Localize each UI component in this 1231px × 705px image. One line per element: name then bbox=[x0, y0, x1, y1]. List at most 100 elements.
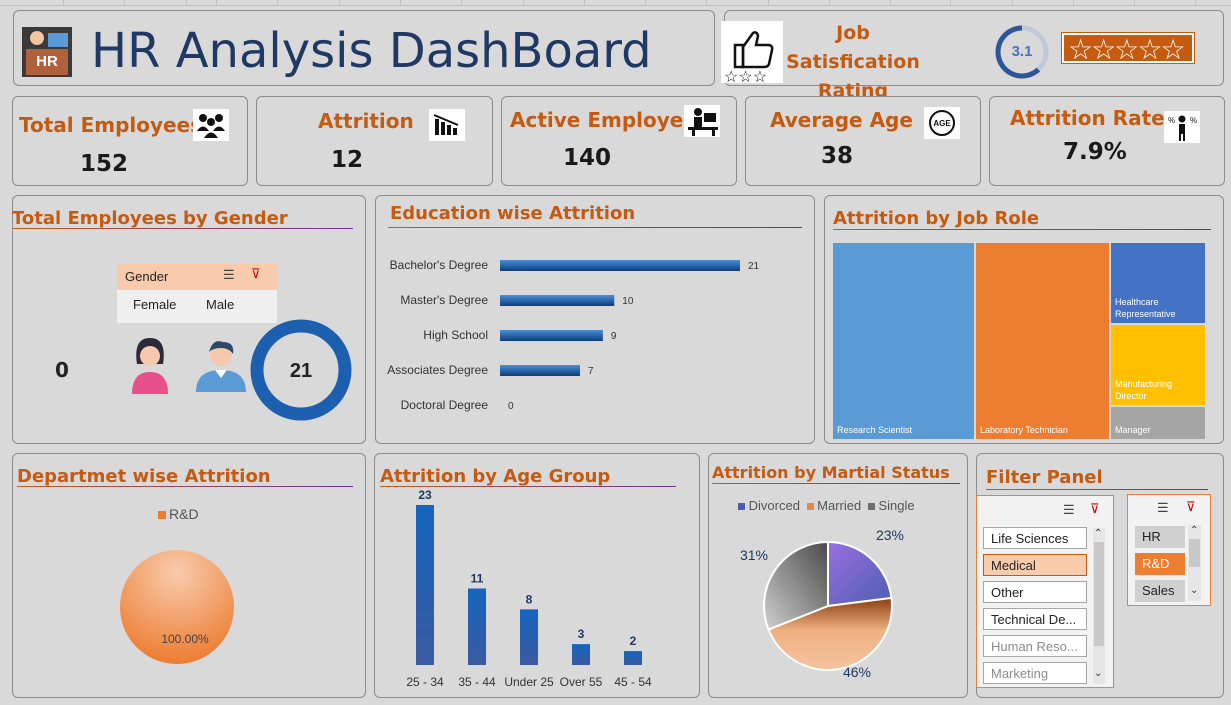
hr-logo-desk: HR bbox=[26, 49, 68, 75]
department-card: Departmet wise Attrition R&D 100.00% bbox=[12, 453, 366, 698]
treemap-label: Manager bbox=[1115, 425, 1151, 435]
treemap-label: Healthcare bbox=[1115, 297, 1159, 307]
department-legend: R&D bbox=[158, 506, 199, 522]
title-underline bbox=[833, 229, 1211, 230]
department-pie: 100.00% bbox=[120, 550, 234, 664]
filter-panel-card: Filter Panel ☰ ⊽ Life Sciences Medical Oth… bbox=[976, 453, 1224, 698]
data-label: 9 bbox=[611, 331, 617, 342]
bar bbox=[520, 609, 538, 665]
clear-filter-icon[interactable]: ⊽ bbox=[1090, 501, 1100, 517]
multi-select-icon[interactable]: ☰ bbox=[223, 267, 235, 283]
jobrole-treemap: Research Scientist Laboratory Technician H… bbox=[833, 243, 1205, 439]
tick-label: Doctoral Degree bbox=[401, 398, 489, 412]
field-slicer-item[interactable]: Medical bbox=[983, 554, 1087, 576]
tick-label: Bachelor's Degree bbox=[390, 258, 489, 272]
star-rating: ☆☆☆☆☆ bbox=[1061, 32, 1195, 65]
kpi-value: 38 bbox=[821, 143, 854, 169]
age-icon: AGE bbox=[924, 107, 960, 139]
bar bbox=[468, 588, 486, 665]
scroll-up-icon[interactable]: ⌃ bbox=[1094, 528, 1102, 539]
data-label: 21 bbox=[748, 261, 760, 272]
data-label: 8 bbox=[526, 592, 533, 606]
gender-option-female[interactable]: Female bbox=[133, 297, 176, 312]
field-slicer-item[interactable]: Other bbox=[983, 581, 1087, 603]
scroll-thumb[interactable] bbox=[1189, 539, 1200, 567]
kpi-value: 152 bbox=[80, 151, 129, 177]
pie-label: 100.00% bbox=[161, 632, 209, 646]
scroll-up-icon[interactable]: ⌃ bbox=[1190, 525, 1198, 536]
legend-label: Married bbox=[817, 498, 862, 513]
star-icon: ☆ bbox=[1114, 34, 1139, 65]
clear-filter-icon[interactable]: ⊽ bbox=[1186, 499, 1196, 515]
data-label: 2 bbox=[630, 634, 637, 648]
legend-swatch bbox=[867, 503, 875, 510]
department-slicer-item[interactable]: HR bbox=[1135, 526, 1185, 548]
clear-filter-icon[interactable]: ⊽ bbox=[251, 266, 261, 282]
data-label: 31% bbox=[740, 547, 768, 563]
scroll-down-icon[interactable]: ⌄ bbox=[1094, 668, 1102, 679]
kpi-value: 7.9% bbox=[1063, 139, 1127, 165]
kpi-title: Total Employees bbox=[19, 113, 203, 137]
scroll-thumb[interactable] bbox=[1094, 542, 1104, 646]
kpi-total-employees: Total Employees 152 bbox=[12, 96, 248, 186]
field-slicer-item[interactable]: Marketing bbox=[983, 662, 1087, 684]
department-slicer-item[interactable]: Sales bbox=[1135, 580, 1185, 602]
multi-select-icon[interactable]: ☰ bbox=[1157, 500, 1169, 516]
male-count: 21 bbox=[290, 360, 312, 382]
jobrole-card: Attrition by Job Role Research Scientist… bbox=[824, 195, 1224, 444]
legend-swatch bbox=[806, 503, 814, 510]
agegroup-title: Attrition by Age Group bbox=[380, 466, 611, 487]
tick-label: Associates Degree bbox=[387, 363, 488, 377]
gender-option-male[interactable]: Male bbox=[206, 297, 234, 312]
department-title: Departmet wise Attrition bbox=[17, 466, 271, 487]
legend-label: R&D bbox=[169, 506, 199, 522]
treemap-label: Research Scientist bbox=[837, 425, 913, 435]
department-slicer-item[interactable]: R&D bbox=[1135, 553, 1185, 575]
slicer-scrollbar[interactable]: ⌃ ⌄ bbox=[1188, 525, 1201, 601]
satisfaction-label-line1: Job Satisfication bbox=[786, 22, 920, 73]
svg-text:☆☆☆: ☆☆☆ bbox=[724, 69, 767, 83]
gender-slicer-title: Gender bbox=[125, 269, 169, 284]
marital-title: Attrition by Martial Status bbox=[712, 463, 950, 482]
data-label: 10 bbox=[622, 296, 634, 307]
legend-label: Divorced bbox=[748, 498, 800, 513]
data-label: 23% bbox=[876, 527, 904, 543]
gender-card: Total Employees by Gender Gender ☰ ⊽ Fem… bbox=[12, 195, 366, 444]
filter-title: Filter Panel bbox=[986, 467, 1103, 488]
kpi-value: 12 bbox=[331, 147, 364, 173]
tick-label: Over 55 bbox=[560, 675, 603, 689]
percent-person-icon: %% bbox=[1164, 111, 1200, 143]
field-slicer-item[interactable]: Technical De... bbox=[983, 608, 1087, 630]
star-icon: ☆ bbox=[1091, 34, 1116, 65]
kpi-title: Attrition bbox=[318, 109, 414, 133]
scroll-down-icon[interactable]: ⌄ bbox=[1190, 585, 1198, 596]
legend-swatch bbox=[738, 503, 745, 510]
treemap-label: Manufacturing bbox=[1115, 379, 1172, 389]
female-avatar bbox=[132, 338, 168, 394]
multi-select-icon[interactable]: ☰ bbox=[1063, 502, 1075, 518]
agegroup-chart: 23 25 - 34 11 35 - 44 8 Under 25 3 Over 55 2 45 -… bbox=[406, 488, 652, 689]
kpi-title: Average Age bbox=[770, 108, 913, 132]
slicer-scrollbar[interactable]: ⌃ ⌄ bbox=[1093, 528, 1105, 684]
kpi-attrition-rate: Attrition Rate 7.9% %% bbox=[989, 96, 1225, 186]
header-card: HR HR Analysis DashBoard bbox=[13, 10, 715, 86]
decline-chart-icon bbox=[429, 109, 465, 141]
field-slicer-item[interactable]: Human Reso... bbox=[983, 635, 1087, 657]
education-chart: Bachelor's Degree 21 Master's Degree 10 High… bbox=[387, 258, 760, 412]
pie-slice-rd bbox=[120, 550, 234, 664]
field-slicer-item[interactable]: Life Sciences bbox=[983, 527, 1087, 549]
education-card: Education wise Attrition Bachelor's Degr… bbox=[375, 195, 815, 444]
kpi-active-employee: Active Employee 140 bbox=[501, 96, 737, 186]
tick-label: Under 25 bbox=[504, 675, 554, 689]
title-underline bbox=[17, 486, 353, 487]
star-icon: ☆ bbox=[1068, 34, 1093, 65]
kpi-title: Attrition Rate bbox=[1010, 106, 1165, 130]
bar bbox=[500, 330, 603, 341]
bar bbox=[416, 505, 434, 665]
title-underline bbox=[13, 228, 353, 229]
tick-label: 25 - 34 bbox=[406, 675, 444, 689]
satisfaction-score: 3.1 bbox=[1012, 43, 1033, 60]
tick-label: 35 - 44 bbox=[458, 675, 496, 689]
title-underline bbox=[380, 486, 676, 487]
bar bbox=[500, 295, 615, 306]
